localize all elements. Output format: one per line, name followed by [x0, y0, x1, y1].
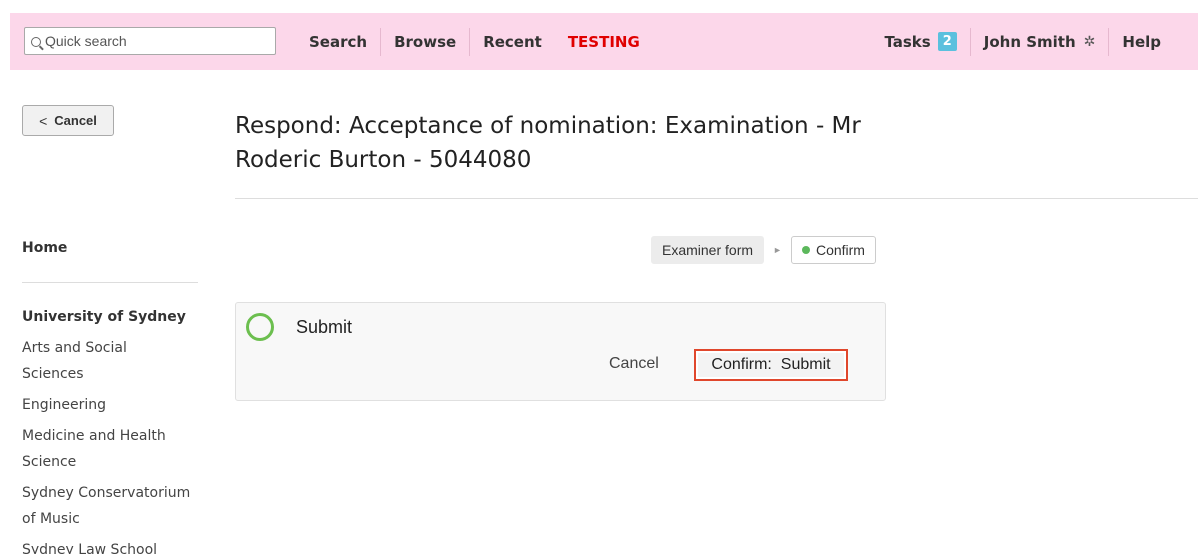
page-title: Respond: Acceptance of nomination: Exami…: [235, 113, 861, 173]
sidebar-item-conservatorium[interactable]: Sydney Conservatorium of Music: [22, 480, 192, 532]
sidebar-item-medicine[interactable]: Medicine and Health Science: [22, 423, 192, 475]
primary-nav: Search Browse Recent TESTING: [296, 13, 653, 70]
nav-user-menu[interactable]: John Smith ✲: [971, 28, 1109, 56]
submit-panel: Submit Cancel Confirm: Submit: [235, 302, 886, 401]
step-arrow-icon: ►: [773, 245, 782, 255]
panel-cancel-link[interactable]: Cancel: [609, 355, 659, 373]
step-label: Examiner form: [662, 242, 754, 258]
step-examiner-form[interactable]: Examiner form: [651, 236, 765, 264]
title-divider: [235, 198, 1198, 199]
nav-browse[interactable]: Browse: [381, 28, 469, 56]
sidebar-org-heading[interactable]: University of Sydney: [22, 305, 198, 335]
sidebar-item-engineering[interactable]: Engineering: [22, 392, 192, 418]
sidebar-divider: [22, 282, 198, 283]
sidebar: Home University of Sydney Arts and Socia…: [22, 236, 198, 554]
confirm-submit-button[interactable]: Confirm: Submit: [694, 349, 848, 381]
cancel-button[interactable]: < Cancel: [22, 105, 114, 136]
quick-search-input[interactable]: Quick search: [24, 27, 276, 55]
nav-search[interactable]: Search: [296, 28, 380, 56]
environment-label: TESTING: [567, 32, 640, 51]
gear-icon: ✲: [1083, 33, 1096, 50]
workflow-steps: Examiner form ► Confirm: [651, 236, 876, 264]
top-navigation-bar: Quick search Search Browse Recent TESTIN…: [10, 13, 1198, 70]
tasks-label: Tasks: [884, 32, 931, 51]
quick-search-placeholder: Quick search: [45, 33, 127, 49]
user-name: John Smith: [983, 32, 1076, 51]
sidebar-item-arts[interactable]: Arts and Social Sciences: [22, 335, 192, 387]
step-label: Confirm: [815, 242, 865, 258]
sidebar-item-home[interactable]: Home: [22, 236, 198, 260]
nav-tasks[interactable]: Tasks 2: [871, 28, 969, 56]
tasks-count-badge: 2: [937, 32, 957, 51]
panel-title: Submit: [296, 317, 353, 337]
chevron-left-icon: <: [39, 112, 48, 129]
active-step-dot-icon: [801, 246, 810, 254]
sidebar-item-law[interactable]: Sydney Law School: [22, 537, 192, 554]
confirm-submit-label: Confirm: Submit: [698, 353, 844, 377]
nav-help[interactable]: Help: [1109, 28, 1174, 56]
nav-recent[interactable]: Recent: [470, 28, 555, 56]
user-nav: Tasks 2 John Smith ✲ Help: [871, 13, 1174, 70]
step-confirm[interactable]: Confirm: [790, 236, 876, 264]
cancel-button-label: Cancel: [54, 113, 97, 128]
search-icon: [31, 37, 41, 47]
status-ring-icon: [246, 313, 274, 341]
